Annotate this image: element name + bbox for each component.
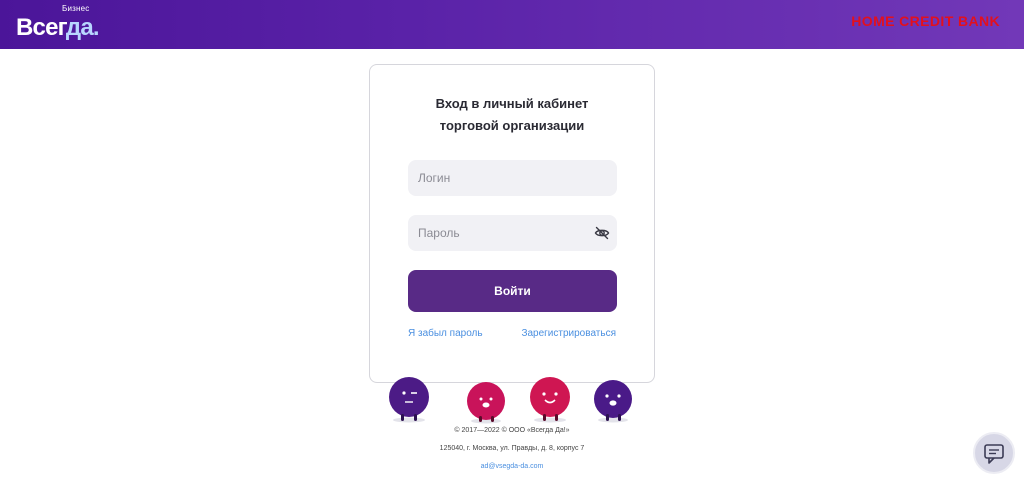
home-credit-bank-logo: HOME CREDIT BANK [851, 13, 1000, 29]
logo-wordmark: Всегда. [16, 14, 100, 42]
logo-subtitle: Бизнес [62, 4, 90, 13]
login-title-line2: торговой организации [439, 118, 585, 133]
chat-button[interactable] [973, 432, 1015, 474]
login-title-line1: Вход в личный кабинет [435, 96, 589, 111]
red-mascot [530, 377, 570, 423]
footer-email-link[interactable]: ad@vsegda-da.com [481, 463, 544, 470]
footer-copyright: © 2017—2022 © ООО «Всегда Да!» [454, 427, 570, 434]
purple-mascot [389, 377, 429, 423]
password-field [408, 215, 617, 251]
password-input[interactable] [408, 215, 617, 251]
chat-icon [984, 444, 1004, 464]
logo-wordmark-main: Всег [16, 14, 67, 41]
eye-off-icon[interactable] [594, 225, 610, 241]
footer-email-row: ad@vsegda-da.com [0, 463, 1024, 470]
login-title: Вход в личный кабинет торговой организац… [370, 93, 654, 137]
login-input[interactable] [408, 160, 617, 196]
vsegda-logo[interactable]: Бизнес Всегда. [16, 4, 106, 44]
register-link[interactable]: Зарегистрироваться [521, 328, 616, 339]
footer-address: 125040, г. Москва, ул. Правды, д. 8, кор… [439, 445, 585, 452]
login-card: Вход в личный кабинет торговой организац… [369, 64, 655, 383]
forgot-password-link[interactable]: Я забыл пароль [408, 328, 483, 339]
red-mascot [467, 382, 505, 424]
top-header: Бизнес Всегда. HOME CREDIT BANK [0, 0, 1024, 49]
login-submit-button[interactable]: Войти [408, 270, 617, 312]
login-field [408, 160, 617, 196]
logo-wordmark-accent: да. [65, 14, 100, 41]
purple-mascot [594, 380, 632, 423]
